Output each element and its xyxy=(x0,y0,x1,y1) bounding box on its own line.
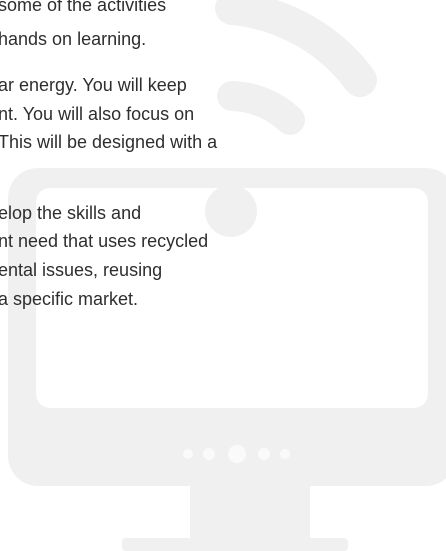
text-line: ar energy. You will keep xyxy=(0,75,187,95)
wifi-arc-outer-icon xyxy=(215,0,377,97)
text-line: a specific market. xyxy=(0,289,139,309)
text-line: nt. You will also focus on xyxy=(0,104,195,124)
text-line: hands on learning. xyxy=(0,29,147,49)
monitor-stand xyxy=(190,486,310,538)
text-line: ental issues, reusing xyxy=(0,260,163,280)
text-line: elop the skills and xyxy=(0,203,142,223)
text-line: nt need that uses recycled xyxy=(0,231,209,251)
text-line: some of the activities xyxy=(0,0,167,15)
wifi-arc-inner-icon xyxy=(217,81,305,135)
document-page: some of the activities hands on learning… xyxy=(0,0,446,551)
monitor-base xyxy=(122,538,348,551)
wifi-dot-icon xyxy=(205,185,257,237)
text-line: This will be designed with a xyxy=(0,132,218,152)
